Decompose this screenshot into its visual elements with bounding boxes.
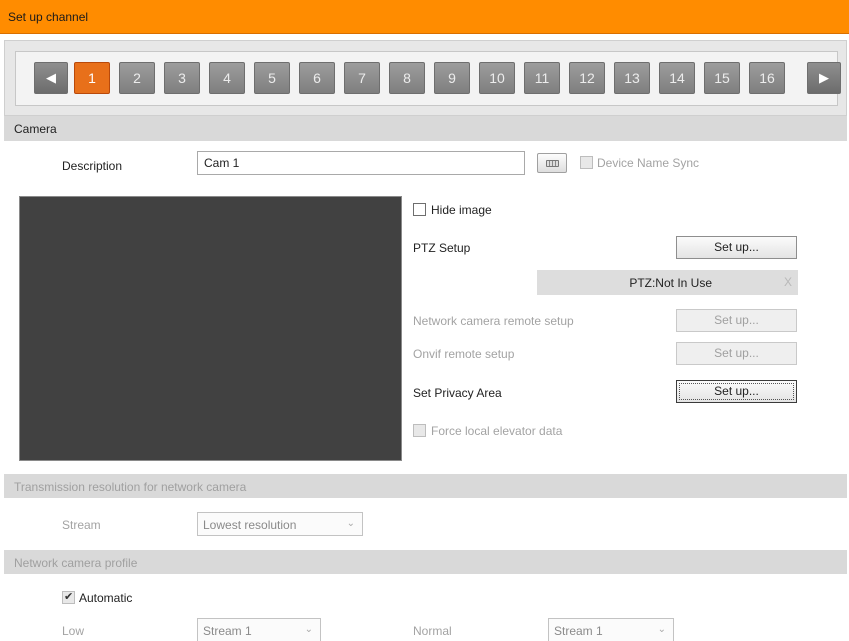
force-elevator-label: Force local elevator data — [431, 424, 563, 438]
onvif-remote-label: Onvif remote setup — [413, 347, 515, 361]
channel-button-6[interactable]: 6 — [299, 62, 335, 94]
privacy-area-label: Set Privacy Area — [413, 386, 502, 400]
ptz-status-text: PTZ:Not In Use — [629, 276, 712, 290]
description-label: Description — [62, 159, 123, 173]
stream-select-value: Lowest resolution — [203, 518, 297, 532]
channel-button-14[interactable]: 14 — [659, 62, 695, 94]
ptz-setup-button[interactable]: Set up... — [676, 236, 797, 259]
ptz-status-bar: PTZ:Not In Use X — [537, 270, 798, 295]
channel-button-9[interactable]: 9 — [434, 62, 470, 94]
transmission-section-header: Transmission resolution for network came… — [4, 474, 847, 498]
network-remote-button[interactable]: Set up... — [676, 309, 797, 332]
hide-image-checkbox[interactable] — [413, 203, 426, 216]
device-name-sync-label: Device Name Sync — [597, 156, 700, 170]
channel-prev-button[interactable]: ◀ — [34, 62, 68, 94]
low-stream-select[interactable]: Stream 1 ⌄ — [197, 618, 321, 641]
channel-button-15[interactable]: 15 — [704, 62, 740, 94]
description-input[interactable]: Cam 1 — [197, 151, 525, 175]
profile-section-header: Network camera profile — [4, 550, 847, 574]
camera-preview — [19, 196, 402, 461]
channel-button-4[interactable]: 4 — [209, 62, 245, 94]
channel-button-11[interactable]: 11 — [524, 62, 560, 94]
automatic-label: Automatic — [79, 591, 133, 605]
ptz-clear-button[interactable]: X — [784, 275, 792, 289]
keyboard-icon — [546, 160, 559, 167]
chevron-down-icon: ⌄ — [346, 518, 355, 529]
device-name-sync-checkbox[interactable] — [580, 156, 593, 169]
channel-button-3[interactable]: 3 — [164, 62, 200, 94]
normal-stream-value: Stream 1 — [554, 624, 603, 638]
window-titlebar: Set up channel — [0, 0, 849, 34]
transmission-section-title: Transmission resolution for network came… — [14, 480, 247, 494]
chevron-down-icon: ⌄ — [657, 624, 666, 635]
normal-stream-select[interactable]: Stream 1 ⌄ — [548, 618, 674, 641]
camera-section-header: Camera — [4, 116, 847, 141]
channel-button-7[interactable]: 7 — [344, 62, 380, 94]
hide-image-label: Hide image — [431, 203, 492, 217]
channel-button-2[interactable]: 2 — [119, 62, 155, 94]
channel-button-1[interactable]: 1 — [74, 62, 110, 94]
ptz-setup-label: PTZ Setup — [413, 241, 471, 255]
force-elevator-checkbox[interactable] — [413, 424, 426, 437]
onvif-remote-button[interactable]: Set up... — [676, 342, 797, 365]
low-stream-value: Stream 1 — [203, 624, 252, 638]
privacy-area-button[interactable]: Set up... — [676, 380, 797, 403]
channel-button-12[interactable]: 12 — [569, 62, 605, 94]
channel-button-8[interactable]: 8 — [389, 62, 425, 94]
profile-section-title: Network camera profile — [14, 556, 138, 570]
channel-button-16[interactable]: 16 — [749, 62, 785, 94]
channel-next-button[interactable]: ▶ — [807, 62, 841, 94]
camera-section-title: Camera — [14, 122, 57, 136]
channel-button-13[interactable]: 13 — [614, 62, 650, 94]
channel-button-10[interactable]: 10 — [479, 62, 515, 94]
chevron-down-icon: ⌄ — [304, 624, 313, 635]
stream-label: Stream — [62, 518, 101, 532]
low-label: Low — [62, 624, 85, 638]
window-title: Set up channel — [8, 10, 89, 24]
automatic-checkbox[interactable] — [62, 590, 75, 604]
stream-select[interactable]: Lowest resolution ⌄ — [197, 512, 363, 536]
keyboard-button[interactable] — [537, 153, 567, 173]
normal-label: Normal — [413, 624, 452, 638]
channel-button-5[interactable]: 5 — [254, 62, 290, 94]
network-remote-label: Network camera remote setup — [413, 314, 574, 328]
